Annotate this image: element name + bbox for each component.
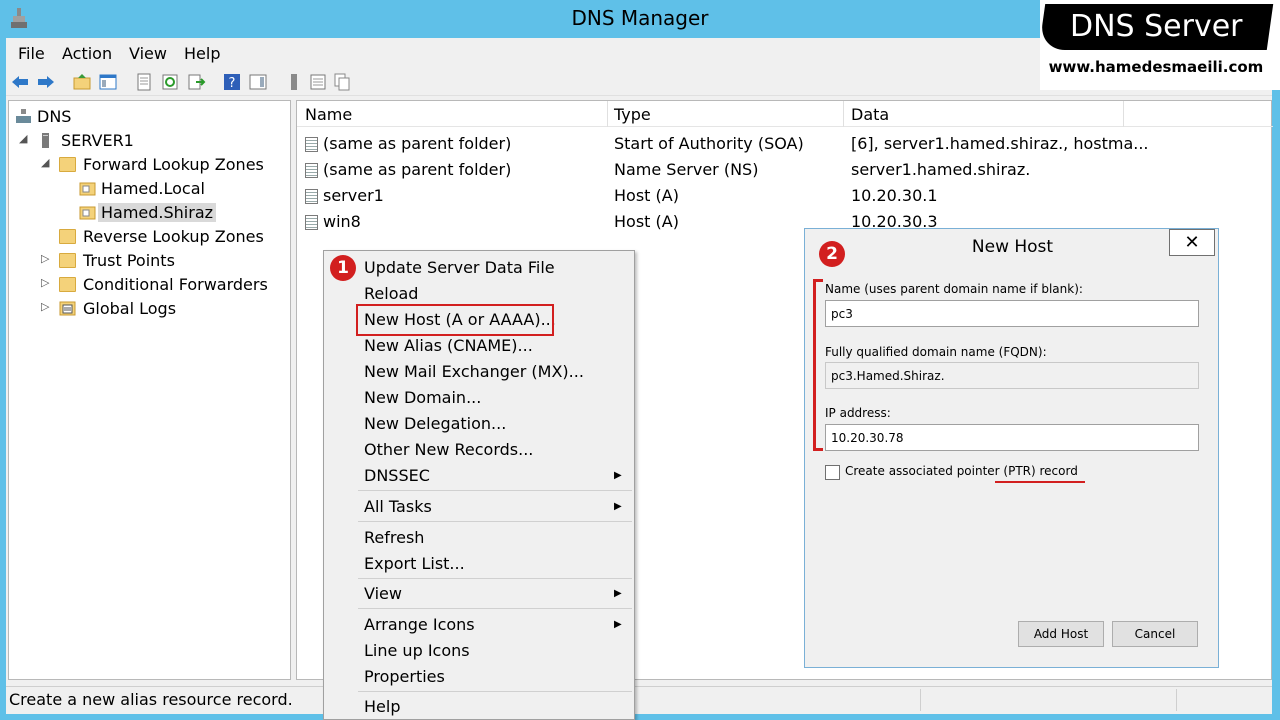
- ptr-underline: [995, 481, 1085, 483]
- submenu-arrow-icon: ▶: [614, 470, 622, 481]
- folder-icon: [59, 277, 76, 292]
- new-host-dialog: New Host ✕ 2 Name (uses parent domain na…: [804, 228, 1219, 668]
- menu-bar: File Action View Help: [6, 38, 1046, 68]
- folder-icon: [59, 229, 76, 244]
- context-menu: Update Server Data File Reload New Host …: [323, 250, 635, 720]
- submenu-arrow-icon: ▶: [614, 619, 622, 630]
- status-text: Create a new alias resource record.: [9, 690, 293, 709]
- zone-icon: [79, 206, 96, 220]
- column-header-data[interactable]: Data: [851, 105, 889, 124]
- step-badge-1: 1: [330, 255, 356, 281]
- menu-item-reload[interactable]: Reload: [364, 284, 418, 303]
- list-row[interactable]: (same as parent folder) Name Server (NS)…: [297, 157, 1273, 183]
- show-hide-tree-icon[interactable]: [98, 72, 118, 92]
- highlight-bracket-bottom: [813, 448, 823, 451]
- menu-item-properties[interactable]: Properties: [364, 667, 445, 686]
- console-tree: DNS ◢ SERVER1 ◢ Forward Lookup Zones Ham…: [8, 100, 291, 680]
- ip-address-field[interactable]: 10.20.30.78: [825, 424, 1199, 451]
- add-host-button[interactable]: Add Host: [1018, 621, 1104, 647]
- cancel-button[interactable]: Cancel: [1112, 621, 1198, 647]
- menu-item-line-up-icons[interactable]: Line up Icons: [364, 641, 470, 660]
- menu-item-dnssec[interactable]: DNSSEC: [364, 466, 430, 485]
- folder-icon: [59, 253, 76, 268]
- menu-item-new-delegation[interactable]: New Delegation...: [364, 414, 506, 433]
- server-icon[interactable]: [284, 72, 304, 92]
- export-list-icon[interactable]: [186, 72, 206, 92]
- close-button[interactable]: ✕: [1169, 229, 1215, 256]
- ptr-record-label: Create associated pointer (PTR) record: [845, 464, 1078, 478]
- dialog-title: New Host: [971, 237, 1054, 257]
- back-arrow-icon[interactable]: [10, 72, 30, 92]
- list-row[interactable]: server1 Host (A) 10.20.30.1: [297, 183, 1273, 209]
- list-header: Name Type Data: [297, 101, 1273, 127]
- brand-watermark: DNS Server www.hamedesmaeili.com: [1038, 0, 1280, 90]
- fqdn-label: Fully qualified domain name (FQDN):: [825, 345, 1047, 359]
- name-label: Name (uses parent domain name if blank):: [825, 282, 1083, 296]
- log-icon: [59, 301, 76, 316]
- collapse-arrow-icon[interactable]: ◢: [41, 156, 49, 169]
- record-icon: [305, 189, 318, 204]
- menu-item-other-new-records[interactable]: Other New Records...: [364, 440, 533, 459]
- step-badge-2: 2: [819, 241, 845, 267]
- list-icon[interactable]: [308, 72, 328, 92]
- copy-icon[interactable]: [332, 72, 352, 92]
- brand-url: www.hamedesmaeili.com: [1048, 58, 1264, 76]
- menu-item-refresh[interactable]: Refresh: [364, 528, 424, 547]
- server-icon: [42, 133, 49, 148]
- collapse-arrow-icon[interactable]: ◢: [19, 132, 27, 145]
- brand-banner: DNS Server: [1038, 4, 1274, 50]
- menu-file[interactable]: File: [18, 44, 45, 63]
- menu-item-arrange-icons[interactable]: Arrange Icons: [364, 615, 475, 634]
- menu-item-export-list[interactable]: Export List...: [364, 554, 465, 573]
- action-pane-icon[interactable]: [248, 72, 268, 92]
- expand-arrow-icon[interactable]: ▷: [41, 252, 49, 265]
- ip-address-label: IP address:: [825, 406, 891, 420]
- menu-action[interactable]: Action: [62, 44, 112, 63]
- menu-item-update-server-data-file[interactable]: Update Server Data File: [364, 258, 555, 277]
- dns-icon: [16, 109, 31, 123]
- folder-icon: [59, 157, 76, 172]
- menu-help[interactable]: Help: [184, 44, 220, 63]
- record-icon: [305, 163, 318, 178]
- expand-arrow-icon[interactable]: ▷: [41, 276, 49, 289]
- submenu-arrow-icon: ▶: [614, 501, 622, 512]
- highlight-bracket-line: [813, 279, 816, 451]
- help-icon[interactable]: ?: [222, 72, 242, 92]
- svg-text:?: ?: [229, 76, 236, 91]
- menu-item-help[interactable]: Help: [364, 697, 400, 716]
- name-field[interactable]: pc3: [825, 300, 1199, 327]
- list-row[interactable]: (same as parent folder) Start of Authori…: [297, 131, 1273, 157]
- refresh-icon[interactable]: [160, 72, 180, 92]
- column-header-type[interactable]: Type: [614, 105, 651, 124]
- status-bar: Create a new alias resource record.: [6, 686, 1272, 712]
- record-icon: [305, 215, 318, 230]
- submenu-arrow-icon: ▶: [614, 588, 622, 599]
- menu-item-new-alias[interactable]: New Alias (CNAME)...: [364, 336, 533, 355]
- expand-arrow-icon[interactable]: ▷: [41, 300, 49, 313]
- forward-arrow-icon[interactable]: [36, 72, 56, 92]
- menu-view[interactable]: View: [129, 44, 167, 63]
- menu-item-view[interactable]: View: [364, 584, 402, 603]
- column-header-name[interactable]: Name: [305, 105, 352, 124]
- highlight-box-new-host: [356, 304, 554, 336]
- folder-up-icon[interactable]: [72, 72, 92, 92]
- properties-icon[interactable]: [134, 72, 154, 92]
- menu-item-new-domain[interactable]: New Domain...: [364, 388, 481, 407]
- zone-icon: [79, 182, 96, 196]
- fqdn-field: pc3.Hamed.Shiraz.: [825, 362, 1199, 389]
- record-icon: [305, 137, 318, 152]
- ptr-record-checkbox[interactable]: [825, 465, 840, 480]
- menu-item-new-mail-exchanger[interactable]: New Mail Exchanger (MX)...: [364, 362, 584, 381]
- menu-item-all-tasks[interactable]: All Tasks: [364, 497, 432, 516]
- highlight-bracket-top: [813, 279, 823, 282]
